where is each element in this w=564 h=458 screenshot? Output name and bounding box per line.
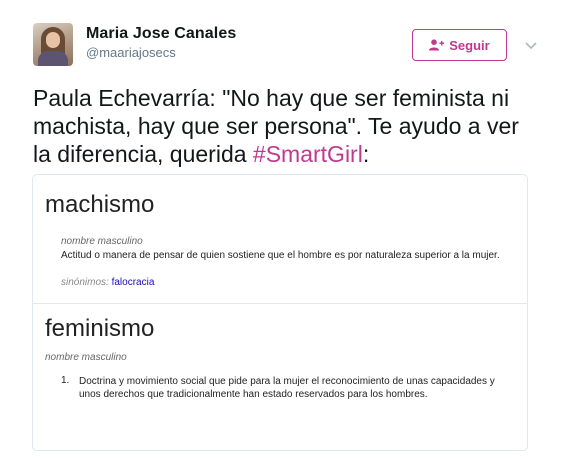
part-of-speech: nombre masculino	[61, 236, 143, 247]
definition-text: Doctrina y movimiento social que pide pa…	[79, 376, 495, 400]
follow-label: Seguir	[449, 37, 490, 53]
synonyms-label: sinónimos:	[61, 277, 109, 288]
synonym-link: falocracia	[111, 277, 155, 288]
term-heading: machismo	[45, 191, 155, 218]
definition-text: Actitud o manera de pensar de quien sost…	[61, 250, 500, 261]
part-of-speech: nombre masculino	[45, 352, 127, 363]
person-add-icon	[429, 39, 445, 51]
hashtag-link[interactable]: #SmartGirl	[253, 141, 363, 167]
synonyms-line: sinónimos: falocracia	[61, 277, 154, 288]
follow-button[interactable]: Seguir	[412, 29, 507, 61]
tweet-text: Paula Echevarría: "No hay que ser femini…	[33, 85, 519, 167]
chevron-down-icon[interactable]	[524, 38, 538, 50]
divider	[33, 303, 527, 304]
author-name[interactable]: Maria Jose Canales	[86, 25, 236, 43]
author-handle[interactable]: @maariajosecs	[86, 45, 176, 60]
avatar[interactable]	[33, 23, 73, 66]
definition-number: 1.	[61, 375, 70, 386]
media-card[interactable]: machismo nombre masculino Actitud o mane…	[32, 174, 528, 451]
term-heading: feminismo	[45, 315, 155, 342]
